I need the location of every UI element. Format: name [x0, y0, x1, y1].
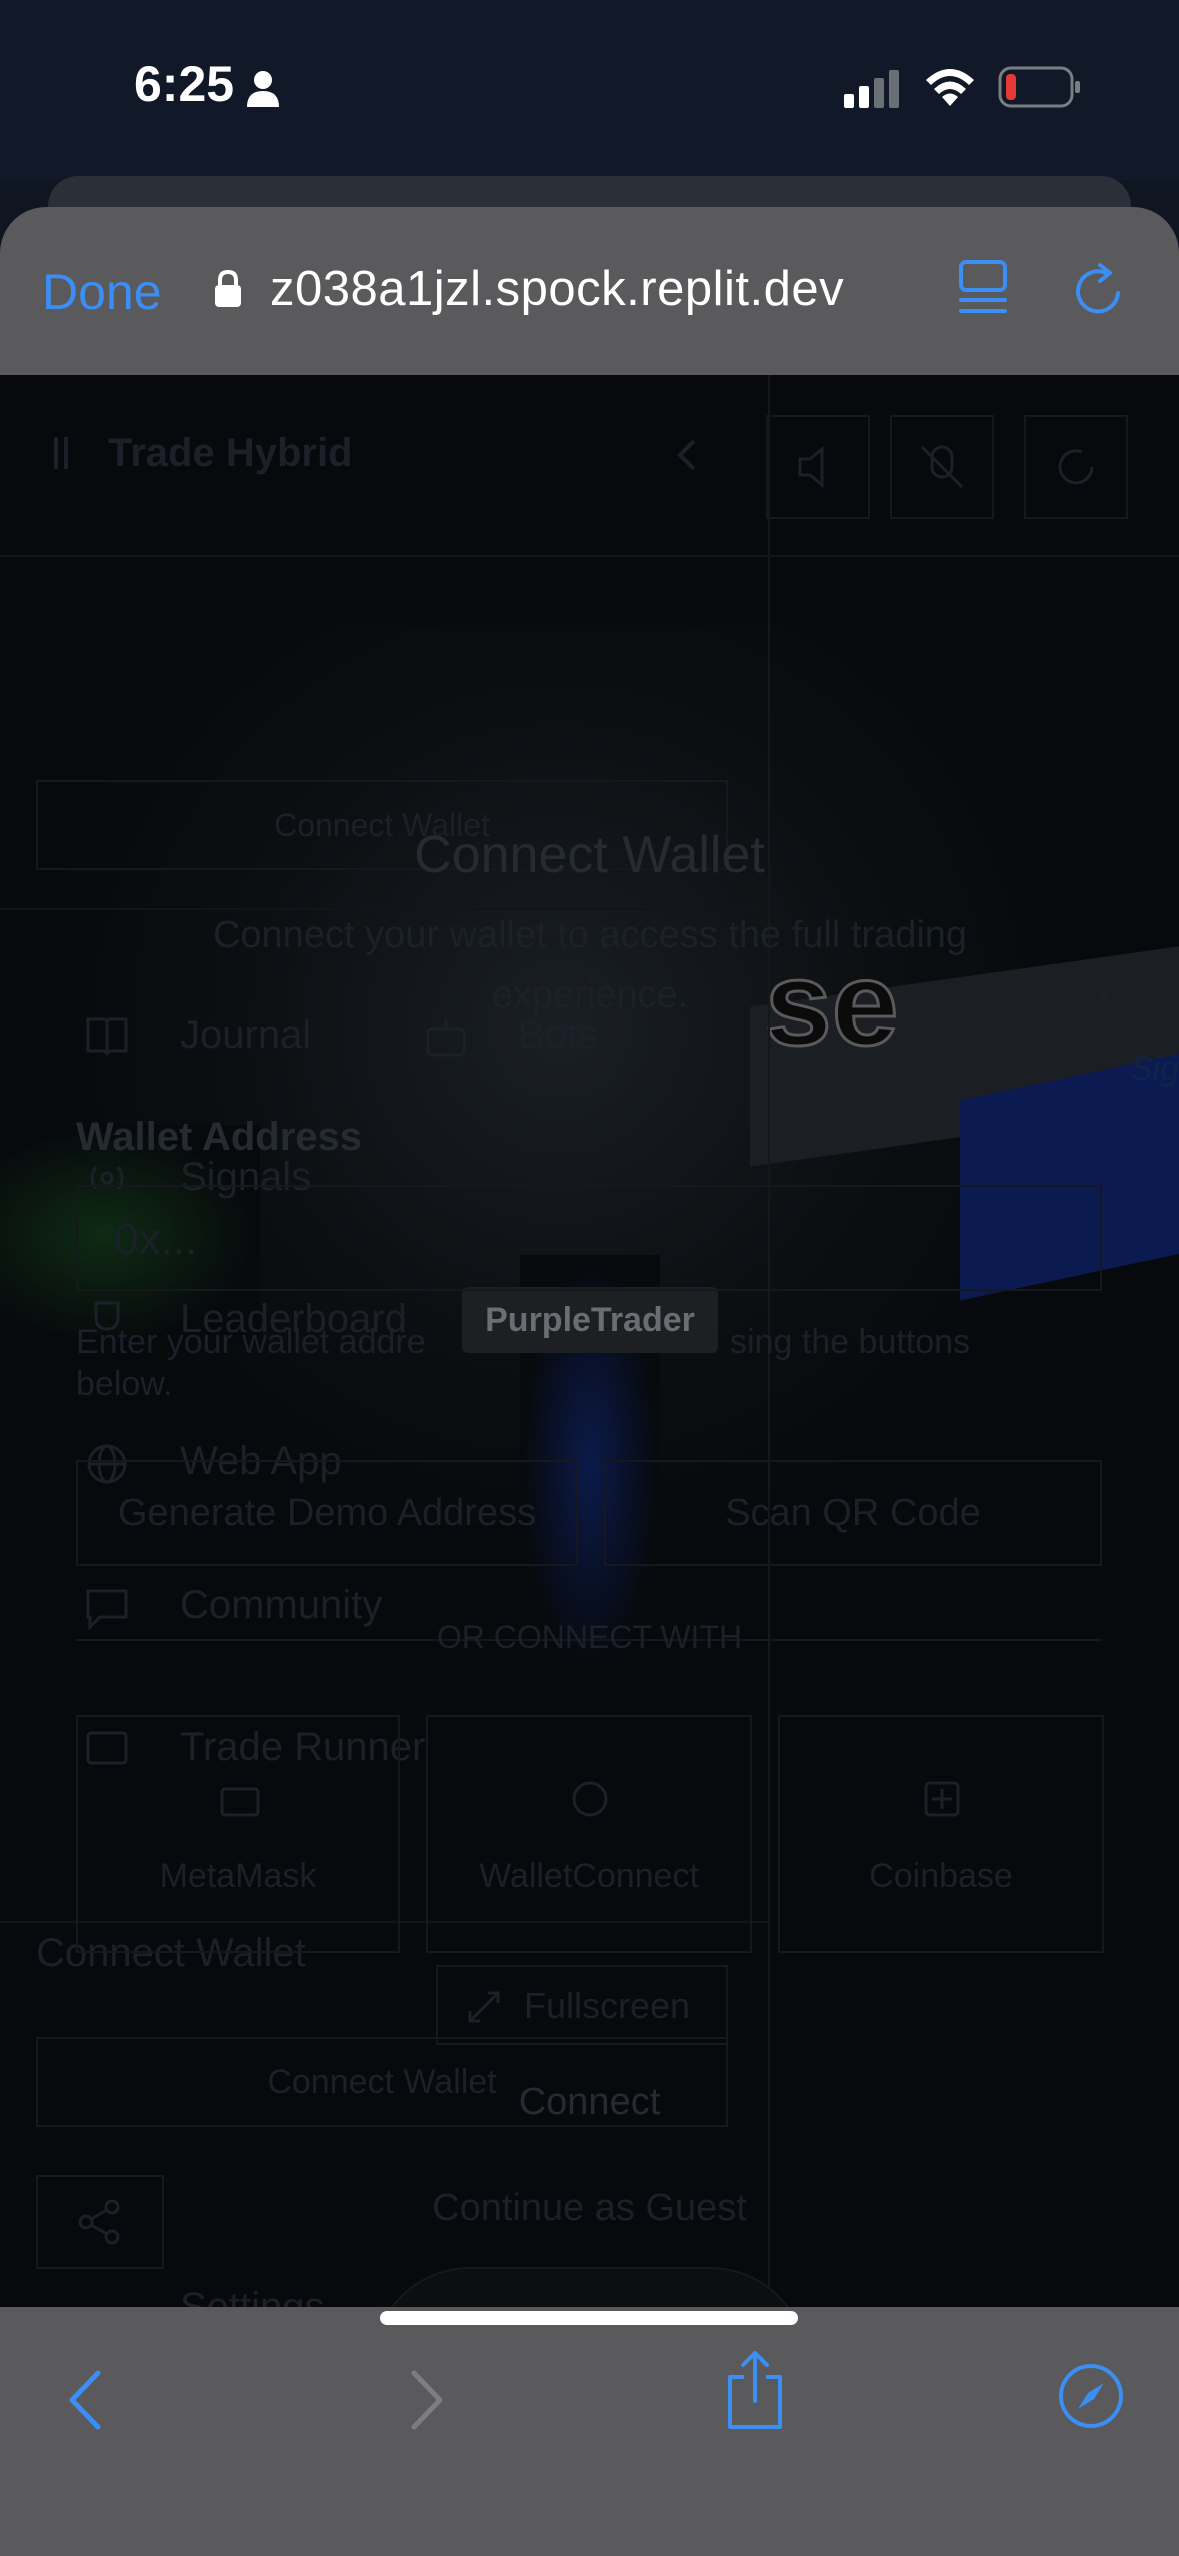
cellular-signal-icon — [844, 70, 899, 108]
fullscreen-label: Fullscreen — [524, 1985, 691, 2026]
nav-settings[interactable]: Settings — [180, 2285, 325, 2307]
walletconnect-icon — [572, 1781, 608, 1817]
floating-control-pill — [372, 2267, 808, 2307]
reader-mode-icon[interactable] — [958, 259, 1008, 315]
close-icon[interactable] — [1086, 977, 1122, 1013]
home-indicator — [380, 2311, 798, 2325]
wallet-address-label: Wallet Address — [76, 1115, 362, 1159]
helper-text-line2: below. — [76, 1365, 173, 1403]
mic-button[interactable] — [890, 415, 994, 519]
modal-title: Connect Wallet — [414, 826, 765, 884]
wallet-address-input[interactable]: 0x... — [76, 1185, 1102, 1291]
refresh-icon — [1058, 449, 1094, 485]
provider-metamask-label: MetaMask — [159, 1857, 317, 1895]
done-button[interactable]: Done — [42, 263, 162, 321]
person-icon — [247, 71, 279, 107]
mic-off-icon — [920, 445, 964, 489]
provider-metamask[interactable]: MetaMask — [76, 1715, 400, 1953]
modal-description: Connect your wallet to access the full t… — [212, 914, 968, 1016]
provider-walletconnect-label: WalletConnect — [479, 1857, 699, 1895]
provider-coinbase-label: Coinbase — [869, 1857, 1013, 1895]
wifi-icon — [926, 69, 974, 106]
provider-walletconnect[interactable]: WalletConnect — [426, 1715, 752, 1953]
continue-as-guest-button[interactable]: Continue as Guest — [0, 2187, 1179, 2230]
browser-bottom-toolbar — [0, 2307, 1179, 2556]
status-bar: 6:25 — [0, 0, 1179, 180]
reload-icon[interactable] — [1074, 261, 1124, 317]
refresh-scene-button[interactable] — [1024, 415, 1128, 519]
compass-icon[interactable] — [1056, 2361, 1126, 2431]
battery-icon — [998, 66, 1080, 108]
back-icon[interactable] — [64, 2367, 108, 2433]
wallet-icon — [220, 1787, 260, 1817]
in-app-browser-sheet: Done z038a1jzl.spock.replit.dev se Sig P… — [0, 207, 1179, 2556]
url-text[interactable]: z038a1jzl.spock.replit.dev — [270, 261, 844, 317]
forward-icon[interactable] — [404, 2367, 448, 2433]
fullscreen-button[interactable]: Fullscreen — [436, 1965, 728, 2045]
share-sheet-icon[interactable] — [722, 2347, 788, 2433]
expand-icon — [468, 1991, 500, 2023]
web-page: se Sig PurpleTrader Trade Hybrid Connect… — [0, 375, 1179, 2307]
scan-qr-code-button[interactable]: Scan QR Code — [604, 1460, 1102, 1566]
helper-text-left: Enter your wallet addre — [76, 1323, 426, 1361]
brand-title: Trade Hybrid — [108, 431, 353, 475]
status-time: 6:25 — [134, 56, 235, 112]
speaker-icon — [798, 445, 824, 489]
menu-icon — [54, 437, 68, 469]
generate-demo-address-button[interactable]: Generate Demo Address — [76, 1460, 578, 1566]
chevron-left-icon[interactable] — [672, 435, 702, 475]
helper-text-right: sing the buttons — [730, 1323, 971, 1361]
or-connect-with-label: OR CONNECT WITH — [436, 1619, 743, 1655]
wallet-address-placeholder: 0x... — [114, 1215, 198, 1264]
mute-button[interactable] — [766, 415, 870, 519]
coinbase-icon — [924, 1781, 960, 1817]
provider-coinbase[interactable]: Coinbase — [778, 1715, 1104, 1953]
divider — [0, 555, 1179, 557]
browser-toolbar: Done z038a1jzl.spock.replit.dev — [0, 207, 1179, 375]
lock-icon — [215, 269, 241, 307]
connect-button[interactable]: Connect — [0, 2081, 1179, 2124]
